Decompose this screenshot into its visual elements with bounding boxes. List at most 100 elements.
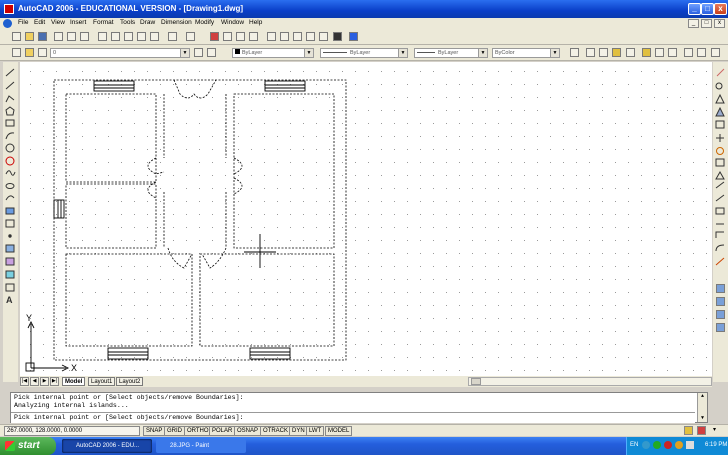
- tray-icon-1[interactable]: [642, 441, 650, 449]
- menu-draw[interactable]: Draw: [140, 19, 155, 26]
- tab-layout1[interactable]: Layout1: [88, 377, 116, 386]
- command-window[interactable]: Pick internal point or [Select objects/r…: [10, 392, 708, 423]
- properties-icon[interactable]: [267, 32, 276, 41]
- scroll-down-icon[interactable]: ▼: [698, 415, 707, 422]
- doc-close-button[interactable]: x: [714, 19, 725, 28]
- toolbar-lock-icon[interactable]: [697, 426, 706, 435]
- menu-insert[interactable]: Insert: [70, 19, 86, 26]
- first-tab-icon[interactable]: |◀: [20, 377, 29, 386]
- zoom-window-icon[interactable]: [236, 32, 245, 41]
- menu-view[interactable]: View: [51, 19, 65, 26]
- paste-icon[interactable]: [124, 32, 133, 41]
- document-icon[interactable]: [3, 19, 12, 28]
- toggle-snap[interactable]: SNAP: [143, 426, 166, 436]
- scroll-up-icon[interactable]: ▲: [698, 393, 707, 400]
- markup-icon[interactable]: [319, 32, 328, 41]
- block-editor-icon[interactable]: [150, 32, 159, 41]
- command-scrollbar[interactable]: ▲ ▼: [697, 393, 707, 422]
- language-indicator[interactable]: EN: [630, 442, 638, 448]
- table-style-icon[interactable]: [586, 48, 595, 57]
- arc-length-icon[interactable]: [642, 48, 651, 57]
- tray-icon-2[interactable]: [653, 441, 661, 449]
- color-dropdown[interactable]: ByLayer ▼: [232, 48, 314, 58]
- horizontal-scrollbar[interactable]: [468, 377, 712, 386]
- toggle-otrack[interactable]: OTRACK: [260, 426, 292, 436]
- diameter-dim-icon[interactable]: [684, 48, 693, 57]
- maximize-button[interactable]: □: [701, 3, 714, 15]
- text-style-icon[interactable]: [599, 48, 608, 57]
- new-icon[interactable]: [12, 32, 21, 41]
- menu-tools[interactable]: Tools: [120, 19, 135, 26]
- doc-minimize-button[interactable]: _: [688, 19, 699, 28]
- aligned-dim-icon[interactable]: [626, 48, 635, 57]
- design-center-icon[interactable]: [280, 32, 289, 41]
- copy-icon[interactable]: [111, 32, 120, 41]
- tool-palettes-icon[interactable]: [293, 32, 302, 41]
- menu-modify[interactable]: Modify: [195, 19, 214, 26]
- save-icon[interactable]: [38, 32, 47, 41]
- toggle-model[interactable]: MODEL: [325, 426, 353, 436]
- close-button[interactable]: x: [714, 3, 727, 15]
- plot-preview-icon[interactable]: [67, 32, 76, 41]
- cut-icon[interactable]: [98, 32, 107, 41]
- lineweight-dropdown[interactable]: ByLayer ▼: [414, 48, 488, 58]
- scroll-thumb[interactable]: [471, 378, 481, 385]
- task-autocad[interactable]: AutoCAD 2006 - EDU...: [62, 439, 152, 453]
- sheet-set-icon[interactable]: [306, 32, 315, 41]
- task-paint[interactable]: 28.JPG - Paint: [156, 439, 246, 453]
- plot-icon[interactable]: [54, 32, 63, 41]
- undo-icon[interactable]: [168, 32, 177, 41]
- bring-to-front-icon[interactable]: [716, 284, 725, 293]
- drawing-area[interactable]: Y X: [20, 62, 712, 376]
- tab-layout2[interactable]: Layout2: [116, 377, 144, 386]
- layer-previous-icon[interactable]: [207, 48, 216, 57]
- last-tab-icon[interactable]: ▶|: [50, 377, 59, 386]
- radius-dim-icon[interactable]: [668, 48, 677, 57]
- layer-manager-icon[interactable]: [12, 48, 21, 57]
- start-button[interactable]: start: [0, 437, 56, 455]
- communication-center-icon[interactable]: [684, 426, 693, 435]
- tray-icon-4[interactable]: [675, 441, 683, 449]
- prev-tab-icon[interactable]: ◀: [30, 377, 39, 386]
- plotstyle-dropdown[interactable]: ByColor ▼: [492, 48, 560, 58]
- next-tab-icon[interactable]: ▶: [40, 377, 49, 386]
- linear-dim-icon[interactable]: [612, 48, 621, 57]
- menu-format[interactable]: Format: [93, 19, 114, 26]
- menu-window[interactable]: Window: [221, 19, 244, 26]
- layer-dropdown[interactable]: 0 ▼: [50, 48, 190, 58]
- volume-icon[interactable]: [686, 441, 694, 449]
- autocad-app-icon[interactable]: [4, 4, 14, 14]
- help-icon[interactable]: [349, 32, 358, 41]
- quickcalc-icon[interactable]: [333, 32, 342, 41]
- tab-model[interactable]: Model: [62, 377, 86, 386]
- command-line[interactable]: Pick internal point or [Select objects/r…: [11, 412, 695, 423]
- toggle-lwt[interactable]: LWT: [306, 426, 325, 436]
- doc-restore-button[interactable]: □: [701, 19, 712, 28]
- toggle-dyn[interactable]: DYN: [289, 426, 308, 436]
- menu-help[interactable]: Help: [249, 19, 262, 26]
- status-menu-icon[interactable]: ▾: [710, 426, 719, 435]
- toggle-grid[interactable]: GRID: [164, 426, 185, 436]
- toggle-polar[interactable]: POLAR: [209, 426, 236, 436]
- tray-icon-3[interactable]: [664, 441, 672, 449]
- make-current-layer-icon[interactable]: [194, 48, 203, 57]
- minimize-button[interactable]: _: [688, 3, 701, 15]
- send-to-back-icon[interactable]: [716, 297, 725, 306]
- angular-dim-icon[interactable]: [697, 48, 706, 57]
- menu-edit[interactable]: Edit: [34, 19, 45, 26]
- open-icon[interactable]: [25, 32, 34, 41]
- toggle-osnap[interactable]: OSNAP: [234, 426, 262, 436]
- menu-file[interactable]: File: [18, 19, 28, 26]
- linetype-dropdown[interactable]: ByLayer ▼: [320, 48, 408, 58]
- redo-icon[interactable]: [186, 32, 195, 41]
- match-properties-icon[interactable]: [137, 32, 146, 41]
- send-under-icon[interactable]: [716, 323, 725, 332]
- toggle-ortho[interactable]: ORTHO: [184, 426, 212, 436]
- quick-dim-icon[interactable]: [711, 48, 720, 57]
- zoom-previous-icon[interactable]: [249, 32, 258, 41]
- publish-icon[interactable]: [80, 32, 89, 41]
- zoom-realtime-icon[interactable]: [223, 32, 232, 41]
- menu-dimension[interactable]: Dimension: [161, 19, 192, 26]
- pan-icon[interactable]: [210, 32, 219, 41]
- dim-style-icon[interactable]: [570, 48, 579, 57]
